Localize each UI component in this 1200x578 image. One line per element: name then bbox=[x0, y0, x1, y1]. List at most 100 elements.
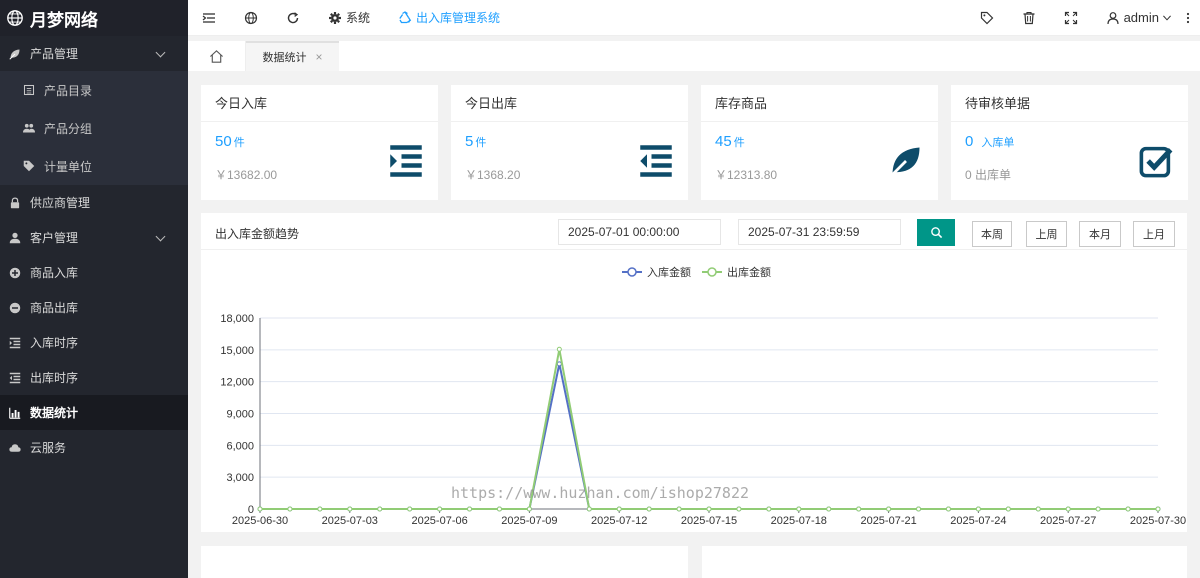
sidebar-item-unit[interactable]: 计量单位 bbox=[0, 147, 188, 185]
user-menu-button[interactable]: admin bbox=[1092, 0, 1180, 36]
tab-statistics[interactable]: 数据统计 × bbox=[246, 41, 339, 71]
sidebar-item-product-group[interactable]: 产品分组 bbox=[0, 109, 188, 147]
fullscreen-button[interactable] bbox=[1050, 0, 1092, 36]
series-point bbox=[886, 506, 892, 512]
legend-marker bbox=[707, 267, 717, 277]
stat-card-value[interactable]: 50 件 bbox=[215, 133, 245, 150]
y-tick-label: 3,000 bbox=[226, 472, 254, 484]
series-point bbox=[916, 506, 922, 512]
more-button[interactable] bbox=[1180, 0, 1200, 36]
sidebar-item-statistics[interactable]: 数据统计 bbox=[0, 395, 188, 430]
series-point bbox=[347, 506, 353, 512]
sidebar-item-out-order[interactable]: 出库时序 bbox=[0, 360, 188, 395]
series-point bbox=[706, 506, 712, 512]
system-menu-button[interactable]: 系统 bbox=[314, 0, 384, 36]
app-title-button[interactable]: 出入库管理系统 bbox=[384, 0, 514, 36]
sidebar-item-label: 云服务 bbox=[30, 441, 67, 455]
stat-card-value[interactable]: 5件 bbox=[465, 133, 486, 150]
sidebar-item-supplier-mgmt[interactable]: 供应商管理 bbox=[0, 185, 188, 220]
trend-panel: 出入库金额趋势 本周 上周 本月 上月 03,0006,0009,00012,0… bbox=[201, 213, 1187, 532]
series-point bbox=[407, 506, 413, 512]
page-tabs-bar: 数据统计 × bbox=[188, 41, 1200, 71]
sidebar-item-product-catalog[interactable]: 产品目录 bbox=[0, 71, 188, 109]
menu-fold-icon bbox=[202, 12, 215, 23]
series-point bbox=[1065, 506, 1071, 512]
this-month-button[interactable]: 本月 bbox=[1079, 221, 1121, 247]
x-tick-label: 2025-07-27 bbox=[1040, 515, 1096, 527]
more-vertical-icon bbox=[1186, 12, 1190, 23]
sidebar-item-stock-in[interactable]: 商品入库 bbox=[0, 255, 188, 290]
home-icon bbox=[210, 49, 223, 63]
y-tick-label: 6,000 bbox=[226, 440, 254, 452]
sidebar-item-label: 商品出库 bbox=[30, 301, 79, 315]
legend-label: 出库金额 bbox=[727, 265, 771, 279]
gear-icon bbox=[329, 11, 341, 24]
cloud-icon bbox=[8, 441, 22, 455]
series-point bbox=[556, 346, 562, 352]
stat-card: 库存商品 45 件 ￥12313.80 bbox=[701, 85, 938, 200]
y-tick-label: 12,000 bbox=[220, 377, 254, 389]
user-icon bbox=[8, 231, 22, 245]
menu-toggle-button[interactable] bbox=[188, 0, 230, 36]
users-icon bbox=[22, 121, 36, 135]
search-icon bbox=[930, 227, 942, 239]
sidebar-item-cloud[interactable]: 云服务 bbox=[0, 430, 188, 465]
this-week-button[interactable]: 本周 bbox=[972, 221, 1012, 247]
sidebar: 月梦网络 产品管理产品目录 产品分组计量单位供应商管理 客户管理 商品入库商品出库入库… bbox=[0, 0, 188, 578]
end-date-input[interactable] bbox=[738, 219, 901, 245]
tab-label: 数据统计 bbox=[262, 52, 307, 64]
x-tick-label: 2025-07-24 bbox=[950, 515, 1006, 527]
x-tick-label: 2025-07-18 bbox=[771, 515, 827, 527]
trash-icon bbox=[1023, 11, 1035, 24]
legend-marker bbox=[627, 267, 637, 277]
series-point bbox=[1095, 506, 1101, 512]
series-point bbox=[975, 506, 981, 512]
stat-card-value[interactable]: 45 件 bbox=[715, 133, 745, 150]
series-point bbox=[646, 506, 652, 512]
sidebar-item-product-mgmt[interactable]: 产品管理 bbox=[0, 36, 188, 71]
sidebar-item-label: 产品管理 bbox=[30, 47, 79, 61]
user-name: admin bbox=[1123, 10, 1159, 25]
trend-title: 出入库金额趋势 bbox=[215, 227, 300, 241]
stat-value: 45 bbox=[715, 133, 732, 150]
series-point bbox=[766, 506, 772, 512]
theme-button[interactable] bbox=[966, 0, 1008, 36]
x-tick-label: 2025-07-30 bbox=[1130, 515, 1186, 527]
series-point bbox=[616, 506, 622, 512]
sidebar-nav: 产品管理产品目录 产品分组计量单位供应商管理 客户管理 商品入库商品出库入库时序 出库时… bbox=[0, 36, 188, 465]
indent-icon bbox=[388, 143, 426, 177]
series-point bbox=[437, 506, 443, 512]
x-tick-label: 2025-07-15 bbox=[681, 515, 737, 527]
series-point bbox=[556, 361, 562, 367]
stat-card-title: 库存商品 bbox=[701, 85, 938, 122]
outdent-icon bbox=[8, 371, 22, 385]
stat-card: 今日出库 5件 ￥1368.20 bbox=[451, 85, 688, 200]
sidebar-item-stock-out[interactable]: 商品出库 bbox=[0, 290, 188, 325]
x-tick-label: 2025-07-12 bbox=[591, 515, 647, 527]
stat-card: 今日入库 50 件 ￥13682.00 bbox=[201, 85, 438, 200]
last-month-button[interactable]: 上月 bbox=[1133, 221, 1175, 247]
website-button[interactable] bbox=[230, 0, 272, 36]
stat-card-sub: ￥12313.80 bbox=[715, 168, 778, 182]
sidebar-item-in-order[interactable]: 入库时序 bbox=[0, 325, 188, 360]
stat-value: 50 bbox=[215, 133, 232, 150]
search-button[interactable] bbox=[917, 219, 955, 246]
globe-icon bbox=[244, 11, 258, 24]
x-tick-label: 2025-07-21 bbox=[860, 515, 916, 527]
refresh-button[interactable] bbox=[272, 0, 314, 36]
clear-cache-button[interactable] bbox=[1008, 0, 1050, 36]
close-icon[interactable]: × bbox=[315, 50, 322, 64]
minus-circle-icon bbox=[8, 301, 22, 315]
bottom-panel-left bbox=[201, 546, 688, 578]
chevron-down-icon bbox=[1163, 15, 1171, 21]
refresh-icon bbox=[287, 11, 299, 23]
series-point bbox=[1035, 506, 1041, 512]
sidebar-item-customer-mgmt[interactable]: 客户管理 bbox=[0, 220, 188, 255]
series-point bbox=[856, 506, 862, 512]
stat-card-value[interactable]: 0 入库单 bbox=[965, 133, 1014, 150]
last-week-button[interactable]: 上周 bbox=[1026, 221, 1067, 247]
start-date-input[interactable] bbox=[558, 219, 721, 245]
home-tab[interactable] bbox=[188, 41, 246, 71]
sidebar-item-label: 计量单位 bbox=[44, 159, 93, 174]
brand-logo[interactable]: 月梦网络 bbox=[0, 0, 188, 36]
